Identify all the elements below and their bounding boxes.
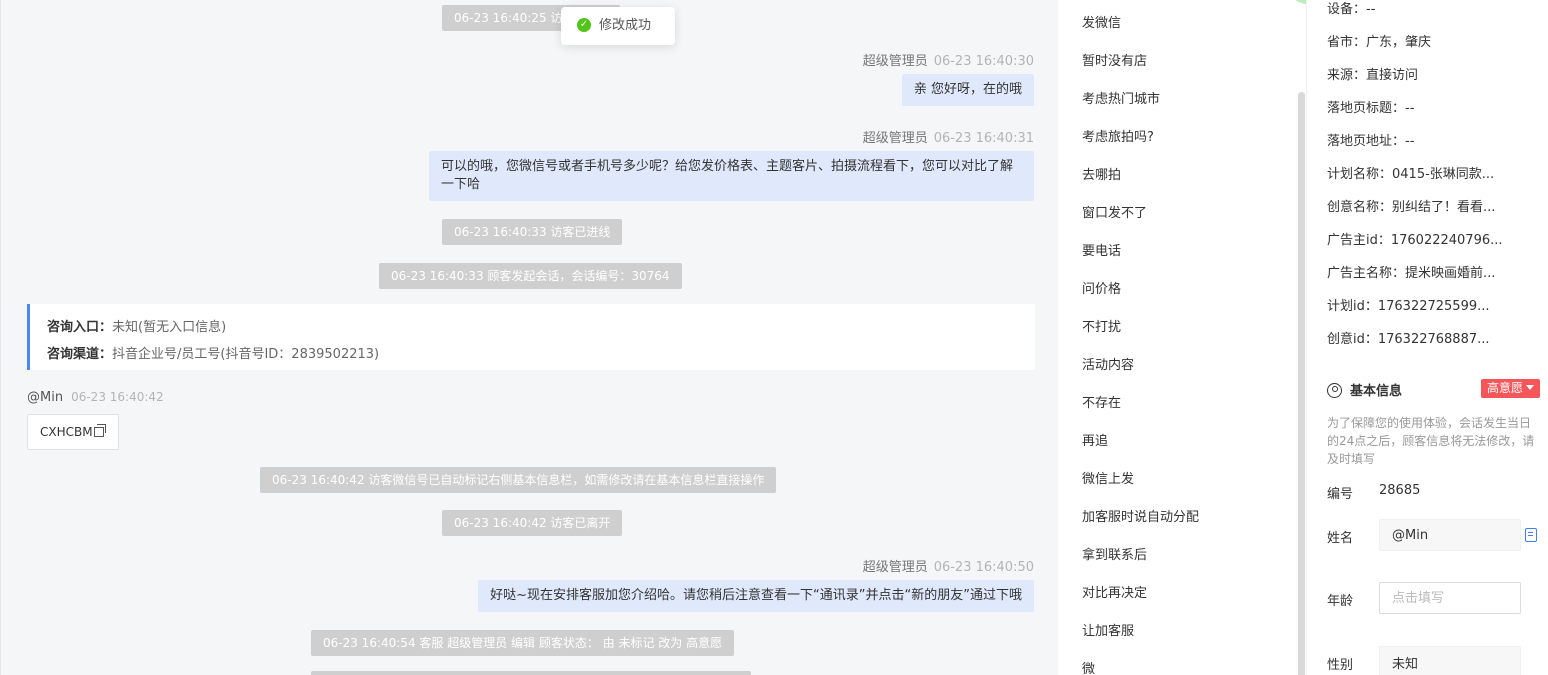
message-meta: 超级管理员 06-23 16:40:30 bbox=[863, 50, 1034, 69]
message-line: 一下哈 bbox=[441, 177, 481, 192]
visitor-message-code[interactable]: CXHCBM bbox=[27, 414, 119, 450]
info-region: 省市：广东，肇庆 bbox=[1327, 35, 1432, 50]
agent-message-bubble: 好哒~现在安排客服加您介绍哈。请您稍后注意查看一下“通讯录”并点击“新的朋友”通… bbox=[478, 580, 1034, 612]
quick-reply-list: 发微信 暂时没有店 考虑热门城市 考虑旅拍吗? 去哪拍 窗口发不了 要电话 问价… bbox=[1066, 0, 1306, 675]
age-label: 年龄 bbox=[1327, 594, 1354, 609]
quick-reply-item[interactable]: 考虑旅拍吗? bbox=[1082, 126, 1154, 145]
visitor-info-panel: 设备：-- 省市：广东，肇庆 来源：直接访问 落地页标题：-- 落地页地址：--… bbox=[1306, 0, 1548, 675]
info-advertiser-name: 广告主名称：提米映画婚前... bbox=[1327, 266, 1496, 281]
system-message-partial bbox=[311, 671, 751, 675]
toast-text: 修改成功 bbox=[599, 18, 652, 33]
consult-channel-label: 咨询渠道： bbox=[47, 347, 113, 362]
quick-reply-item[interactable]: 对比再决定 bbox=[1082, 582, 1147, 601]
quick-reply-item[interactable]: 活动内容 bbox=[1082, 354, 1134, 373]
quick-reply-item[interactable]: 不存在 bbox=[1082, 392, 1121, 411]
check-circle-icon: ✓ bbox=[577, 17, 591, 32]
system-message: 06-23 16:40:54 客服 超级管理员 编辑 顾客状态： 由 未标记 改… bbox=[311, 630, 735, 656]
sender-name: 超级管理员 bbox=[862, 54, 928, 69]
success-toast: ✓ 修改成功 bbox=[561, 7, 675, 45]
quick-reply-item[interactable]: 微 bbox=[1082, 658, 1095, 675]
quick-reply-item[interactable]: 问价格 bbox=[1082, 278, 1121, 297]
message-time: 06-23 16:40:31 bbox=[933, 131, 1034, 146]
visitor-message-meta: @Min 06-23 16:40:42 bbox=[27, 390, 164, 405]
consult-channel-row: 咨询渠道：抖音企业号/员工号(抖音号ID：2839502213) bbox=[47, 341, 1018, 368]
system-message: 06-23 16:40:33 顾客发起会话，会话编号：30764 bbox=[379, 263, 682, 289]
visitor-code-text: CXHCBM bbox=[40, 425, 93, 439]
consult-entry-value: 未知(暂无入口信息) bbox=[112, 320, 227, 335]
consult-entry-label: 咨询入口： bbox=[47, 320, 113, 335]
edit-notice: 为了保障您的使用体验，会话发生当日的24点之后，顾客信息将无法修改，请及时填写 bbox=[1327, 416, 1535, 466]
consult-entry-card: 咨询入口：未知(暂无入口信息) 咨询渠道：抖音企业号/员工号(抖音号ID：283… bbox=[27, 304, 1035, 370]
sender-name: 超级管理员 bbox=[862, 131, 928, 146]
info-plan-name: 计划名称：0415-张琳同款... bbox=[1327, 167, 1495, 182]
user-circle-icon bbox=[1327, 383, 1342, 398]
quick-reply-item[interactable]: 微信上发 bbox=[1082, 468, 1134, 487]
info-landing-title: 落地页标题：-- bbox=[1327, 101, 1415, 116]
info-source: 来源：直接访问 bbox=[1327, 68, 1419, 83]
consult-entry-row: 咨询入口：未知(暂无入口信息) bbox=[47, 314, 1018, 341]
quick-reply-item[interactable]: 窗口发不了 bbox=[1082, 202, 1147, 221]
gender-label: 性别 bbox=[1327, 658, 1354, 673]
sender-name: 超级管理员 bbox=[862, 560, 928, 575]
message-line: 可以的哦，您微信号或者手机号多少呢？给您发价格表、主题客片、拍摄流程看下，您可以… bbox=[441, 159, 1014, 174]
message-meta: 超级管理员 06-23 16:40:31 bbox=[863, 127, 1034, 146]
info-advertiser-id: 广告主id：176022240796... bbox=[1327, 233, 1503, 248]
system-message: 06-23 16:40:33 访客已进线 bbox=[442, 219, 623, 245]
message-time: 06-23 16:40:42 bbox=[71, 390, 164, 404]
system-message: 06-23 16:40:42 访客微信号已自动标记右侧基本信息栏，如需修改请在基… bbox=[260, 467, 777, 493]
info-creative-name: 创意名称：别纠结了！看看... bbox=[1327, 200, 1496, 215]
intent-status-text: 高意愿 bbox=[1487, 381, 1524, 395]
chat-panel[interactable]: 06-23 16:40:25 访客 超级管理员 06-23 16:40:30 亲 … bbox=[0, 0, 1058, 675]
quick-reply-item[interactable]: 不打扰 bbox=[1082, 316, 1121, 335]
quick-reply-item[interactable]: 去哪拍 bbox=[1082, 164, 1121, 183]
quick-reply-scrollbar[interactable] bbox=[1298, 92, 1305, 675]
quick-reply-item[interactable]: 要电话 bbox=[1082, 240, 1121, 259]
info-creative-id: 创意id：176322768887... bbox=[1327, 332, 1490, 347]
copy-icon[interactable] bbox=[93, 424, 106, 437]
caret-down-icon bbox=[1526, 385, 1535, 390]
visitor-name: @Min bbox=[27, 390, 64, 405]
quick-reply-item[interactable]: 再追 bbox=[1082, 430, 1108, 449]
copy-doc-icon[interactable] bbox=[1525, 528, 1537, 542]
quick-reply-item[interactable]: 加客服时说自动分配 bbox=[1082, 506, 1199, 525]
consult-channel-value: 抖音企业号/员工号(抖音号ID：2839502213) bbox=[112, 347, 380, 362]
info-plan-id: 计划id：176322725599... bbox=[1327, 299, 1490, 314]
age-input[interactable] bbox=[1379, 582, 1521, 614]
message-time: 06-23 16:40:30 bbox=[933, 54, 1034, 69]
agent-message-bubble: 亲 您好呀，在的哦 bbox=[901, 74, 1034, 106]
info-landing-url: 落地页地址：-- bbox=[1327, 134, 1415, 149]
name-input[interactable] bbox=[1379, 519, 1521, 551]
gender-select[interactable] bbox=[1379, 646, 1521, 675]
system-message: 06-23 16:40:42 访客已离开 bbox=[442, 510, 623, 536]
intent-status-dropdown[interactable]: 高意愿 bbox=[1481, 379, 1541, 398]
basic-info-label: 基本信息 bbox=[1350, 384, 1403, 399]
name-label: 姓名 bbox=[1327, 531, 1354, 546]
id-value: 28685 bbox=[1379, 483, 1421, 498]
quick-reply-item[interactable]: 让加客服 bbox=[1082, 620, 1134, 639]
quick-reply-item[interactable]: 发微信 bbox=[1082, 12, 1121, 31]
message-meta: 超级管理员 06-23 16:40:50 bbox=[863, 556, 1034, 575]
agent-message-bubble: 可以的哦，您微信号或者手机号多少呢？给您发价格表、主题客片、拍摄流程看下，您可以… bbox=[429, 151, 1034, 201]
quick-reply-item[interactable]: 拿到联系后 bbox=[1082, 544, 1147, 563]
info-device: 设备：-- bbox=[1327, 2, 1376, 17]
quick-reply-item[interactable]: 考虑热门城市 bbox=[1082, 88, 1160, 107]
message-time: 06-23 16:40:50 bbox=[933, 560, 1034, 575]
quick-reply-item[interactable]: 暂时没有店 bbox=[1082, 50, 1147, 69]
id-label: 编号 bbox=[1327, 487, 1354, 502]
basic-info-title: 基本信息 bbox=[1327, 380, 1402, 399]
